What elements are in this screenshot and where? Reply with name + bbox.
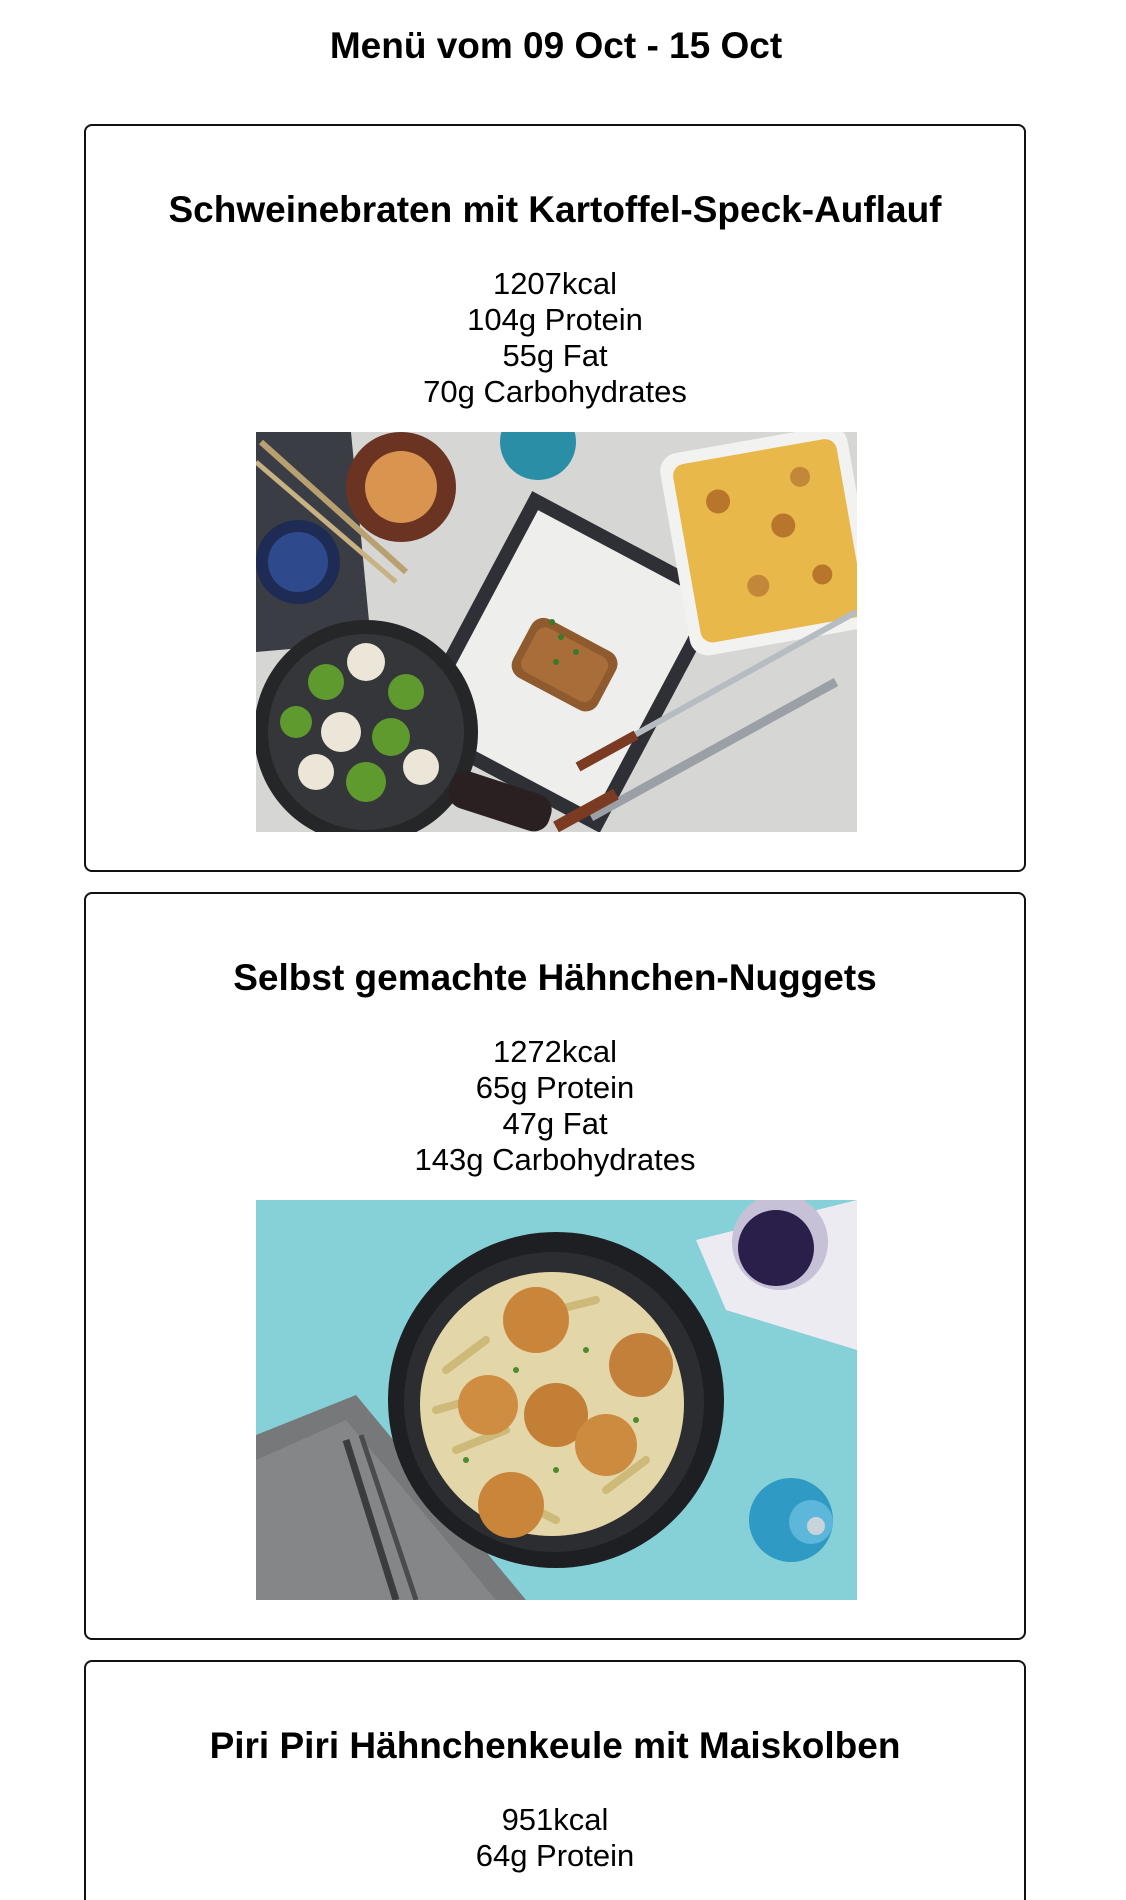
protein-value: 104g Protein [467,302,643,337]
recipe-card[interactable]: Piri Piri Hähnchenkeule mit Maiskolben 9… [84,1660,1026,1900]
recipe-photo [256,432,857,832]
protein-value: 64g Protein [475,1838,635,1873]
recipe-card[interactable]: Selbst gemachte Hähnchen-Nuggets 1272kca… [84,892,1026,1640]
kcal-value: 1207kcal [492,266,618,301]
recipe-title: Schweinebraten mit Kartoffel-Speck-Aufla… [168,189,942,230]
protein-value: 65g Protein [475,1070,635,1105]
kcal-value: 951kcal [501,1802,609,1837]
fat-value: 47g Fat [502,1106,608,1141]
fat-value: 55g Fat [502,338,608,373]
nutrition-info: 951kcal 64g Protein [86,1802,1024,1874]
recipe-card[interactable]: Schweinebraten mit Kartoffel-Speck-Aufla… [84,124,1026,872]
recipe-title: Selbst gemachte Hähnchen-Nuggets [233,957,877,998]
carbs-value: 70g Carbohydrates [423,374,687,409]
nutrition-info: 1272kcal 65g Protein 47g Fat 143g Carboh… [86,1034,1024,1178]
page-title: Menü vom 09 Oct - 15 Oct [329,25,783,66]
recipe-title: Piri Piri Hähnchenkeule mit Maiskolben [209,1725,901,1766]
carbs-value: 143g Carbohydrates [414,1142,696,1177]
kcal-value: 1272kcal [492,1034,618,1069]
recipe-photo [256,1200,857,1600]
nutrition-info: 1207kcal 104g Protein 55g Fat 70g Carboh… [86,266,1024,410]
